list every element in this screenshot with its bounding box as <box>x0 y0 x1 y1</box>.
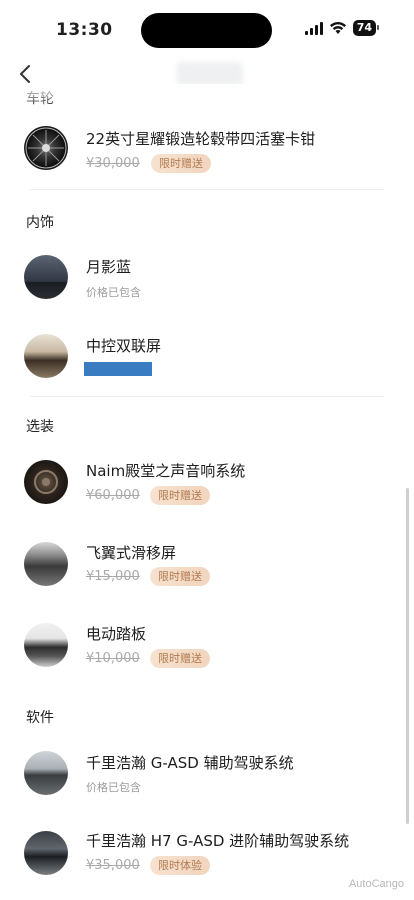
item-price-original: ¥15,000 <box>86 569 140 584</box>
redaction-bar <box>84 362 152 376</box>
chevron-left-icon <box>20 65 30 83</box>
list-item-color[interactable]: 月影蓝 价格已包含 <box>0 244 414 314</box>
signal-icon <box>304 21 323 35</box>
divider <box>30 396 384 397</box>
battery-indicator: 74 <box>352 20 380 36</box>
scrollbar[interactable] <box>406 488 409 824</box>
car-side-thumbnail <box>24 623 68 667</box>
item-name: 22英寸星耀锻造轮毂带四活塞卡钳 <box>86 130 316 148</box>
page-title-blurred <box>177 62 243 86</box>
section-title-software: 软件 <box>26 710 54 726</box>
watermark: AutoCango <box>348 878 404 890</box>
item-name: 月影蓝 <box>86 258 132 276</box>
item-name: 千里浩瀚 G-ASD 辅助驾驶系统 <box>86 754 294 772</box>
promo-badge: 限时赠送 <box>151 154 211 173</box>
wheel-thumbnail <box>24 126 68 170</box>
list-item-electric-pedal[interactable]: 电动踏板 ¥10,000 限时赠送 <box>0 612 414 682</box>
scroll-fade <box>0 84 414 108</box>
wifi-icon <box>329 22 346 34</box>
cabin-thumbnail <box>24 542 68 586</box>
status-time: 13:30 <box>56 20 113 40</box>
status-bar: 13:30 74 <box>0 0 414 56</box>
dashboard-thumbnail <box>24 334 68 378</box>
included-note: 价格已包含 <box>86 286 141 299</box>
list-item-gasd[interactable]: 千里浩瀚 G-ASD 辅助驾驶系统 价格已包含 <box>0 740 414 810</box>
item-name: 千里浩瀚 H7 G-ASD 进阶辅助驾驶系统 <box>86 832 350 850</box>
promo-badge: 限时体验 <box>150 856 210 875</box>
divider <box>30 189 384 190</box>
section-title-options: 选装 <box>26 419 54 435</box>
list-item-audio[interactable]: Naim殿堂之声音响系统 ¥60,000 限时赠送 <box>0 448 414 518</box>
item-price-original: ¥10,000 <box>86 651 140 666</box>
item-name: 飞翼式滑移屏 <box>86 544 177 562</box>
promo-badge: 限时赠送 <box>150 486 210 505</box>
section-title-interior: 内饰 <box>26 215 54 231</box>
included-note: 价格已包含 <box>86 781 141 794</box>
car-night-thumbnail <box>24 831 68 875</box>
status-icons: 74 <box>304 20 380 36</box>
list-item-sliding-screen[interactable]: 飞翼式滑移屏 ¥15,000 限时赠送 <box>0 530 414 600</box>
item-price-original: ¥35,000 <box>86 858 140 873</box>
promo-badge: 限时赠送 <box>150 649 210 668</box>
color-swatch <box>24 255 68 299</box>
speaker-thumbnail <box>24 460 68 504</box>
promo-badge: 限时赠送 <box>150 567 210 586</box>
list-item-screen[interactable]: 中控双联屏 <box>0 324 414 394</box>
car-road-thumbnail <box>24 751 68 795</box>
item-price-original: ¥60,000 <box>86 488 140 503</box>
dynamic-island <box>141 13 272 48</box>
item-name: Naim殿堂之声音响系统 <box>86 462 246 480</box>
list-item-wheel[interactable]: 22英寸星耀锻造轮毂带四活塞卡钳 ¥30,000 限时赠送 <box>0 114 414 184</box>
item-name: 中控双联屏 <box>86 337 162 355</box>
item-name: 电动踏板 <box>86 625 147 643</box>
item-price-original: ¥30,000 <box>86 156 140 171</box>
